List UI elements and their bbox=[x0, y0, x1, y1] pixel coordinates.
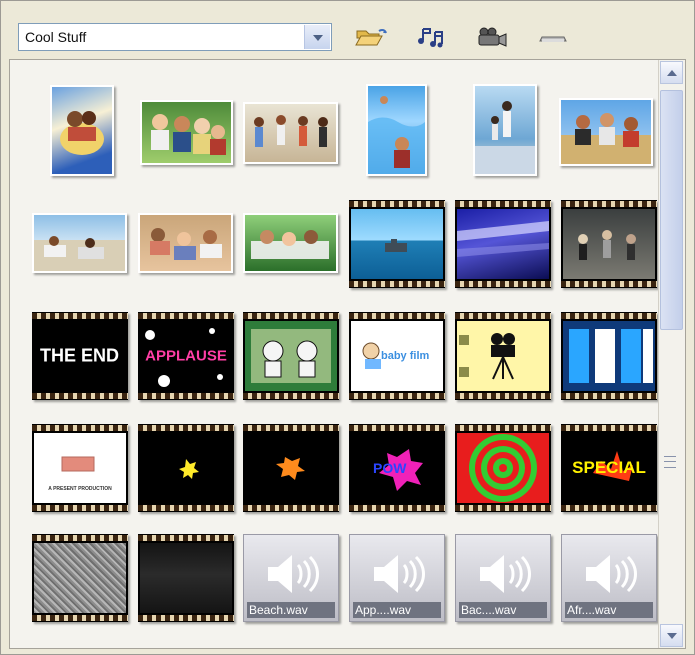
video-thumbnail[interactable] bbox=[455, 312, 551, 400]
video-thumbnail[interactable] bbox=[243, 424, 339, 512]
media-thumbnail-pane: THE END APPLAUSE baby film A PRESENT PRO… bbox=[9, 59, 686, 649]
video-frame bbox=[351, 209, 443, 279]
video-title-text: baby film bbox=[381, 350, 430, 362]
video-frame bbox=[34, 543, 126, 613]
photo-thumbnail[interactable] bbox=[140, 100, 233, 165]
video-frame bbox=[457, 209, 549, 279]
video-frame: APPLAUSE bbox=[140, 321, 232, 391]
video-thumbnail[interactable] bbox=[561, 200, 657, 288]
toolbar: Cool Stuff bbox=[1, 1, 694, 53]
scrollbar-grip-icon bbox=[664, 456, 676, 468]
video-frame bbox=[563, 321, 655, 391]
photo-thumbnail[interactable] bbox=[366, 84, 427, 176]
scroll-down-button[interactable] bbox=[660, 624, 683, 647]
photo-thumbnail[interactable] bbox=[32, 213, 127, 273]
photo-thumbnail[interactable] bbox=[559, 98, 653, 166]
chevron-down-icon[interactable] bbox=[304, 25, 330, 49]
media-library-panel: Cool Stuff THE END APPLAUSE baby film A … bbox=[0, 0, 695, 655]
scroll-up-button[interactable] bbox=[660, 61, 683, 84]
scrollbar-thumb[interactable] bbox=[660, 90, 683, 330]
video-frame bbox=[457, 433, 549, 503]
audio-filename: Bac....wav bbox=[459, 602, 547, 618]
speaker-icon bbox=[480, 555, 531, 593]
audio-filename: App....wav bbox=[353, 602, 441, 618]
video-thumbnail[interactable] bbox=[455, 200, 551, 288]
collection-select-value: Cool Stuff bbox=[25, 29, 87, 45]
video-thumbnail[interactable] bbox=[138, 424, 234, 512]
video-frame: A PRESENT PRODUCTION bbox=[34, 433, 126, 503]
video-frame: baby film bbox=[351, 321, 443, 391]
video-thumbnail[interactable] bbox=[561, 312, 657, 400]
video-thumbnail[interactable]: THE END bbox=[32, 312, 128, 400]
speaker-icon bbox=[268, 555, 319, 593]
collection-select[interactable]: Cool Stuff bbox=[18, 23, 332, 51]
photo-thumbnail[interactable] bbox=[243, 213, 338, 273]
video-frame: THE END bbox=[34, 321, 126, 391]
video-thumbnail[interactable]: SPECIAL bbox=[561, 424, 657, 512]
camera-icon[interactable] bbox=[474, 23, 510, 51]
audio-thumbnail[interactable]: Beach.wav bbox=[243, 534, 339, 622]
video-title-text: APPLAUSE bbox=[145, 347, 227, 365]
video-thumbnail[interactable]: APPLAUSE bbox=[138, 312, 234, 400]
video-title-text: POW bbox=[373, 460, 407, 476]
video-thumbnail[interactable]: A PRESENT PRODUCTION bbox=[32, 424, 128, 512]
open-folder-icon[interactable] bbox=[353, 23, 389, 51]
video-thumbnail[interactable]: baby film bbox=[349, 312, 445, 400]
video-thumbnail[interactable]: POW bbox=[349, 424, 445, 512]
photo-thumbnail[interactable] bbox=[243, 102, 338, 164]
video-thumbnail[interactable] bbox=[138, 534, 234, 622]
music-notes-icon[interactable] bbox=[415, 23, 451, 51]
video-frame bbox=[245, 433, 337, 503]
video-thumbnail[interactable] bbox=[455, 424, 551, 512]
video-frame bbox=[140, 543, 232, 613]
video-frame: SPECIAL bbox=[563, 433, 655, 503]
video-frame bbox=[563, 209, 655, 279]
audio-filename: Beach.wav bbox=[247, 602, 335, 618]
video-title-text: A PRESENT PRODUCTION bbox=[48, 486, 112, 492]
video-frame bbox=[457, 321, 549, 391]
video-title-text: THE END bbox=[40, 345, 120, 366]
video-title-text: SPECIAL bbox=[572, 458, 646, 477]
video-frame: POW bbox=[351, 433, 443, 503]
video-thumbnail[interactable] bbox=[32, 534, 128, 622]
video-thumbnail[interactable] bbox=[243, 312, 339, 400]
photo-thumbnail[interactable] bbox=[138, 213, 233, 273]
video-frame bbox=[140, 433, 232, 503]
audio-filename: Afr....wav bbox=[565, 602, 653, 618]
vertical-scrollbar[interactable] bbox=[658, 60, 685, 648]
audio-thumbnail[interactable]: Afr....wav bbox=[561, 534, 657, 622]
video-thumbnail[interactable] bbox=[349, 200, 445, 288]
speaker-icon bbox=[374, 555, 425, 593]
speaker-icon bbox=[586, 555, 637, 593]
audio-thumbnail[interactable]: Bac....wav bbox=[455, 534, 551, 622]
photo-thumbnail[interactable] bbox=[50, 85, 114, 176]
video-frame bbox=[245, 321, 337, 391]
audio-thumbnail[interactable]: App....wav bbox=[349, 534, 445, 622]
photo-thumbnail[interactable] bbox=[473, 84, 537, 176]
slider-icon[interactable] bbox=[535, 23, 571, 51]
